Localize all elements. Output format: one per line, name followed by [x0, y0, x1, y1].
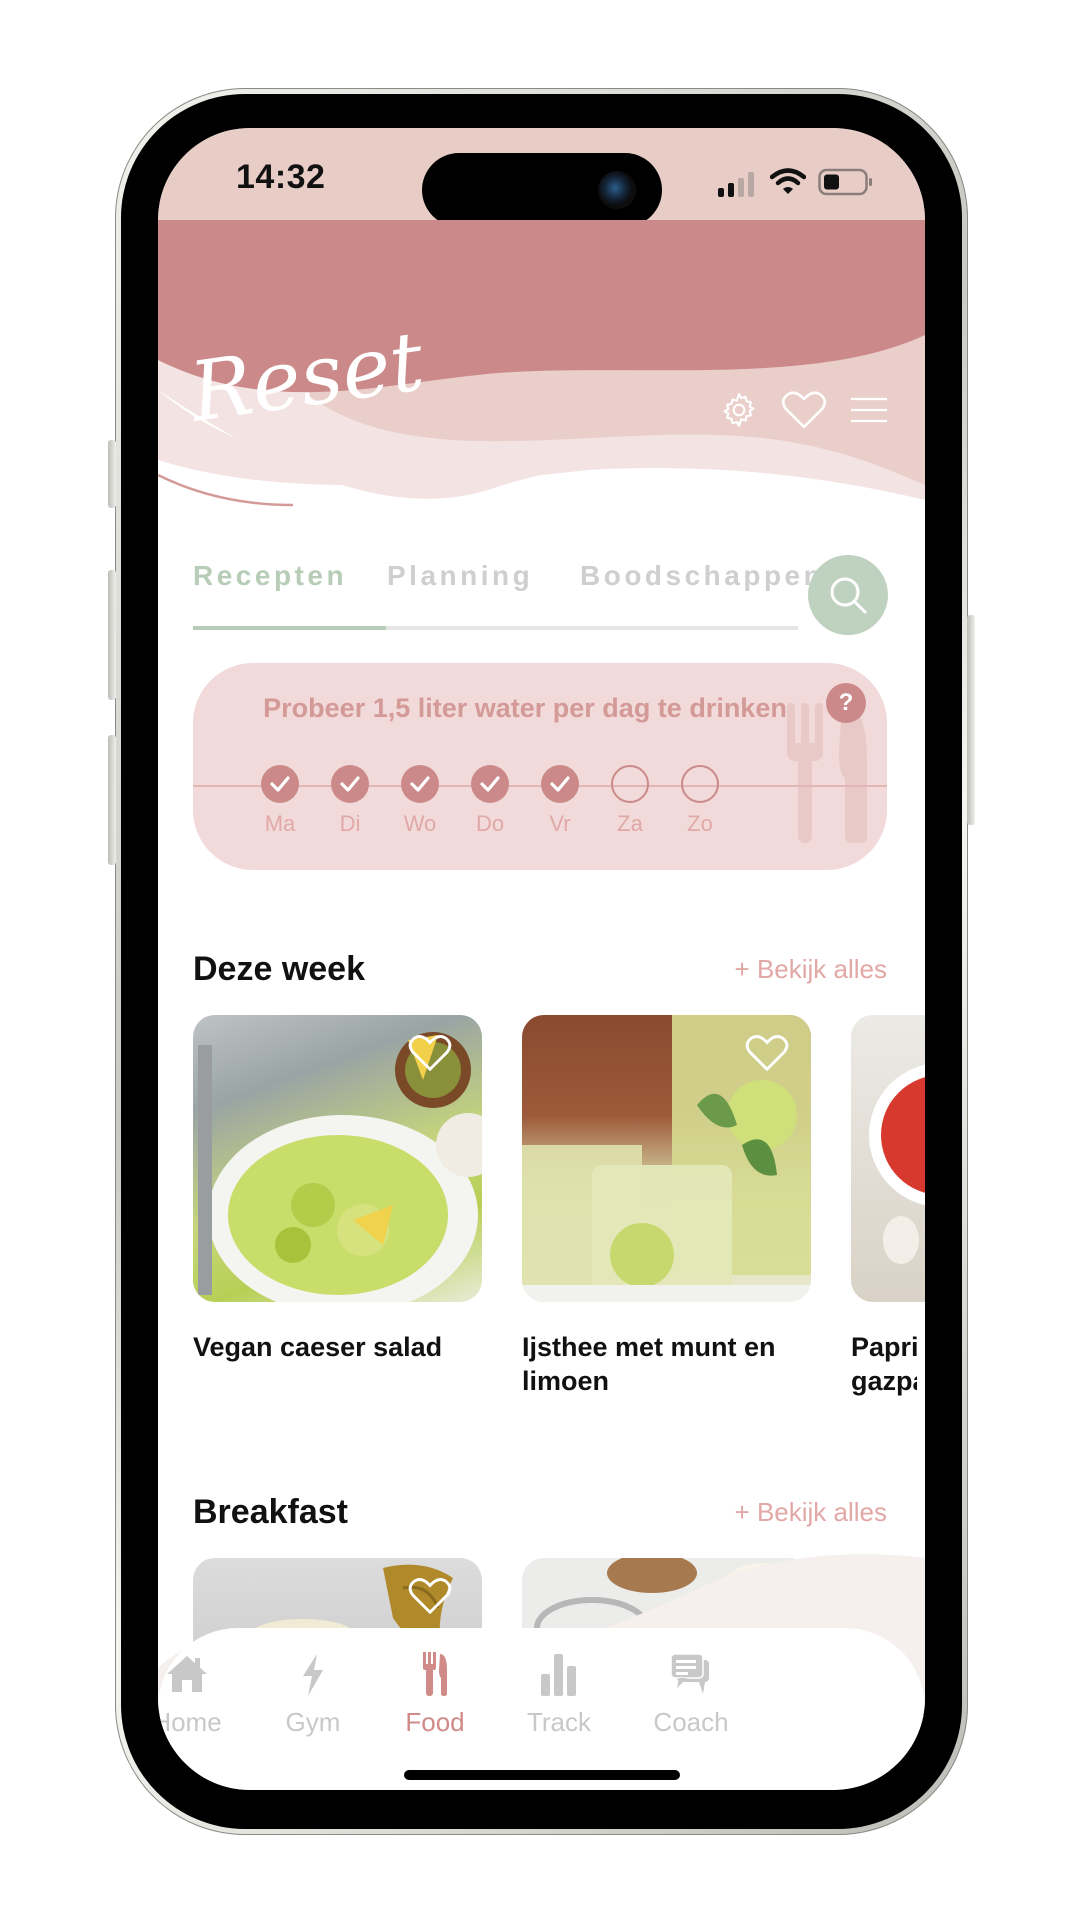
- search-icon: [830, 577, 867, 614]
- favorite-heart-icon[interactable]: [408, 1033, 452, 1073]
- water-day-label: Ma: [264, 811, 296, 836]
- recipe-title[interactable]: Vegan caeser salad: [193, 1330, 483, 1364]
- nav-food[interactable]: Food: [375, 1652, 495, 1738]
- search-button[interactable]: [808, 555, 888, 635]
- water-day-label: Di: [339, 811, 361, 836]
- action-button: [108, 440, 116, 508]
- water-day-do[interactable]: Do: [460, 765, 520, 837]
- recipe-title[interactable]: Ijsthee met munt en limoen: [522, 1330, 782, 1398]
- tab-boodschappen[interactable]: Boodschappen: [580, 560, 824, 592]
- nav-coach[interactable]: Coach: [631, 1652, 751, 1738]
- water-day-zo[interactable]: Zo: [670, 765, 730, 837]
- tab-recepten[interactable]: Recepten: [193, 560, 347, 592]
- wifi-icon: [770, 168, 806, 194]
- bottom-navigation: Home Gym Food Track Coach: [158, 1628, 925, 1790]
- water-day-label: Zo: [687, 811, 713, 836]
- check-icon[interactable]: [261, 765, 299, 803]
- water-day-di[interactable]: Di: [320, 765, 380, 837]
- check-icon[interactable]: [401, 765, 439, 803]
- lightning-icon: [303, 1654, 323, 1696]
- status-bar: 14:32: [158, 128, 925, 227]
- nav-label: Track: [526, 1707, 592, 1737]
- water-day-wo[interactable]: Wo: [390, 765, 450, 837]
- nav-label: Gym: [285, 1707, 341, 1737]
- gear-icon[interactable]: [719, 390, 759, 430]
- signal-icon: [718, 172, 754, 197]
- water-day-label: Wo: [403, 811, 437, 836]
- recipe-title[interactable]: Paprika gazpacho: [851, 1330, 917, 1398]
- app-header: Reset: [158, 220, 925, 580]
- power-button: [967, 615, 975, 825]
- tab-planning[interactable]: Planning: [387, 560, 533, 592]
- recipe-card-ijsthee[interactable]: [522, 1015, 811, 1302]
- section-title-breakfast: Breakfast: [193, 1493, 348, 1531]
- nav-track[interactable]: Track: [499, 1652, 619, 1738]
- volume-down-button: [108, 735, 116, 865]
- dynamic-island: [422, 153, 662, 227]
- home-indicator[interactable]: [404, 1770, 680, 1780]
- check-icon[interactable]: [471, 765, 509, 803]
- empty-circle-icon[interactable]: [611, 765, 649, 803]
- chat-icon: [670, 1653, 709, 1694]
- see-all-deze-week-link[interactable]: + Bekijk alles: [735, 954, 887, 985]
- soup-photo: [869, 1064, 925, 1264]
- nav-label: Home: [158, 1707, 222, 1737]
- help-button[interactable]: ?: [826, 683, 866, 723]
- section-title-deze-week: Deze week: [193, 950, 365, 988]
- bar-chart-icon: [541, 1654, 576, 1696]
- see-all-breakfast-link[interactable]: + Bekijk alles: [735, 1497, 887, 1528]
- water-day-label: Za: [617, 811, 643, 836]
- water-day-za[interactable]: Za: [600, 765, 660, 837]
- water-day-vr[interactable]: Vr: [530, 765, 590, 837]
- water-day-ma[interactable]: Ma: [250, 765, 310, 837]
- water-day-label: Do: [475, 811, 505, 836]
- cutlery-icon: [423, 1652, 447, 1696]
- recipe-card-paprika[interactable]: [851, 1015, 925, 1302]
- volume-up-button: [108, 570, 116, 700]
- empty-circle-icon[interactable]: [681, 765, 719, 803]
- nav-label: Food: [405, 1707, 465, 1737]
- recipe-card-vegan-caeser-salad[interactable]: [193, 1015, 482, 1302]
- tab-active-indicator: [193, 626, 386, 630]
- nav-label: Coach: [653, 1707, 729, 1737]
- check-icon[interactable]: [541, 765, 579, 803]
- app-screen: 14:32 Reset Recepten Planning Boodschapp…: [158, 128, 925, 1790]
- home-icon: [167, 1656, 207, 1692]
- water-tracker-card: Probeer 1,5 liter water per dag te drink…: [193, 663, 887, 870]
- favorites-heart-icon[interactable]: [781, 390, 827, 430]
- nav-gym[interactable]: Gym: [253, 1652, 373, 1738]
- status-time: 14:32: [236, 158, 326, 196]
- check-icon[interactable]: [331, 765, 369, 803]
- menu-icon[interactable]: [849, 395, 889, 425]
- battery-icon: [818, 168, 872, 196]
- water-day-label: Vr: [549, 811, 571, 836]
- camera-icon: [598, 171, 636, 209]
- water-goal-text: Probeer 1,5 liter water per dag te drink…: [263, 693, 787, 723]
- favorite-heart-icon[interactable]: [745, 1033, 789, 1073]
- nav-home[interactable]: Home: [158, 1652, 247, 1738]
